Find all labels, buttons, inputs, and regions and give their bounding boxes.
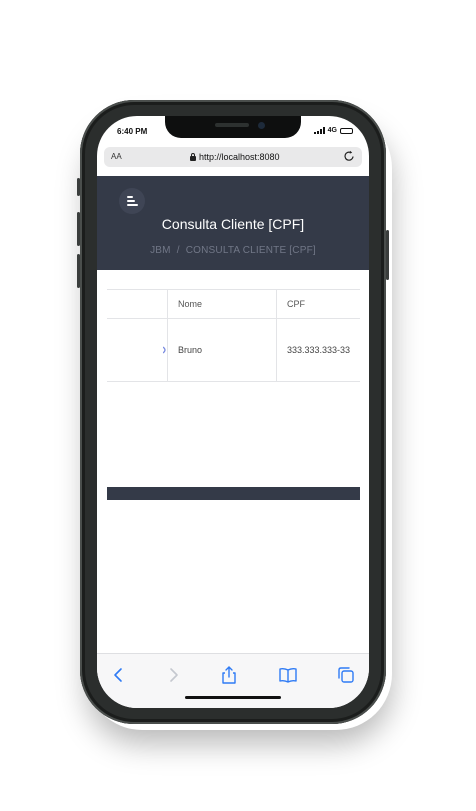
table-cell-cpf: 333.333.333-33 (276, 319, 360, 381)
mute-switch (77, 178, 80, 196)
notch (165, 116, 301, 138)
page-title: Consulta Cliente [CPF] (161, 216, 305, 232)
status-time: 6:40 PM (117, 127, 148, 136)
breadcrumb: JBM / CONSULTA CLIENTE [CPF] (97, 245, 369, 256)
menu-toggle-button[interactable] (119, 188, 145, 214)
page-header: Consulta Cliente [CPF] JBM / CONSULTA CLIE… (97, 176, 369, 270)
battery-icon (340, 127, 353, 134)
power-button (386, 230, 389, 280)
table-cell-nome: Bruno (178, 345, 203, 355)
text-size-button[interactable]: AA (111, 152, 122, 161)
lock-icon (190, 152, 196, 161)
front-camera (258, 122, 265, 129)
volume-down-button (77, 254, 80, 288)
table-row[interactable]: Bruno 333.333.333-33 (107, 318, 360, 382)
tabs-icon[interactable] (335, 664, 357, 686)
url-text: http://localhost:8080 (199, 152, 280, 162)
network-type: 4G (327, 127, 337, 134)
status-indicators: 4G (313, 127, 353, 134)
back-icon[interactable] (108, 664, 130, 686)
phone-screen: 6:40 PM 4G AA http://localhost:8080 Cons… (97, 116, 369, 708)
breadcrumb-home[interactable]: JBM (150, 245, 171, 256)
horizontal-scrollbar[interactable] (107, 487, 360, 500)
speaker (215, 123, 249, 127)
breadcrumb-separator: / (176, 245, 180, 256)
client-table: Nome CPF Bruno 333.333.333-33 (107, 289, 360, 382)
bookmarks-icon[interactable] (277, 664, 299, 686)
table-header-cpf: CPF (276, 290, 360, 318)
url-display[interactable]: http://localhost:8080 (190, 152, 280, 162)
table-header-row: Nome CPF (107, 289, 360, 318)
forward-icon[interactable] (162, 664, 184, 686)
address-bar[interactable]: AA http://localhost:8080 (104, 147, 362, 167)
home-indicator[interactable] (185, 696, 281, 699)
breadcrumb-current: CONSULTA CLIENTE [CPF] (185, 245, 316, 256)
browser-toolbar (97, 653, 369, 708)
table-cell-first[interactable] (107, 319, 168, 381)
reload-icon[interactable] (342, 149, 356, 163)
share-icon[interactable] (218, 664, 240, 686)
signal-icon (313, 127, 325, 134)
cropped-action-icon[interactable] (163, 346, 167, 354)
table-header-cell (107, 290, 168, 318)
table-header-nome: Nome (178, 299, 203, 309)
volume-up-button (77, 212, 80, 246)
